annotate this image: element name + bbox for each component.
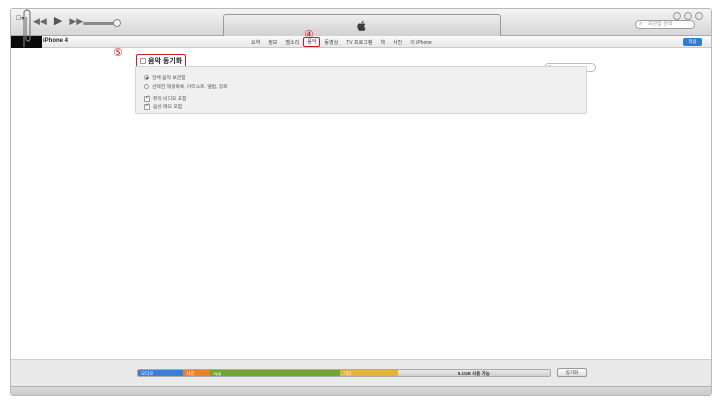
status-display	[223, 14, 501, 36]
maximize-icon[interactable]	[684, 12, 692, 20]
search-icon: ⌕	[639, 21, 643, 27]
option-entire-library[interactable]: 전체 음악 보관함	[144, 74, 186, 81]
transport-controls: ◀◀ ▶ ▶▶	[33, 16, 83, 27]
binder-clip-icon	[23, 9, 31, 47]
option-music-videos-label: 뮤직 비디오 포함	[153, 97, 187, 102]
option-voice-memos[interactable]: 음성 메모 포함	[144, 102, 183, 110]
capacity-bar: 오디오 사진 App 기타 5.1GB 사용 가능	[137, 369, 551, 377]
minimize-icon[interactable]	[673, 12, 681, 20]
tab-info[interactable]: 정보	[264, 39, 281, 47]
tab-books[interactable]: 책	[376, 39, 389, 47]
tab-on-this-iphone[interactable]: 이 iPhone	[406, 39, 436, 47]
capacity-free: 5.1GB 사용 가능	[397, 370, 550, 376]
apple-logo-icon	[357, 20, 366, 31]
library-search-input[interactable]: ⌕ 보관함 검색	[635, 20, 695, 29]
option-voice-memos-label: 음성 메모 포함	[153, 105, 183, 110]
sync-button[interactable]: 동기화	[557, 368, 587, 377]
option-entire-library-label: 전체 음악 보관함	[152, 76, 186, 81]
close-icon[interactable]	[695, 12, 703, 20]
previous-icon[interactable]: ◀◀	[33, 17, 47, 26]
device-name[interactable]: iPhone 4	[43, 38, 68, 44]
capacity-photos: 사진	[183, 370, 211, 376]
capacity-area: 오디오 사진 App 기타 5.1GB 사용 가능 동기화	[11, 359, 711, 395]
window-controls	[673, 12, 703, 20]
capacity-apps: App	[210, 370, 340, 376]
callout-five: ⑤	[113, 46, 123, 59]
tab-tv-shows[interactable]: TV 프로그램	[342, 39, 376, 47]
callout-four: ④	[304, 28, 314, 41]
music-sync-options: 전체 음악 보관함 선택한 재생목록, 아티스트, 앨범, 장르 뮤직 비디오 …	[135, 66, 587, 114]
volume-slider[interactable]	[83, 22, 117, 25]
sync-music-label: 음악 동기화	[148, 58, 183, 65]
checkbox-voice-memos[interactable]	[144, 102, 150, 110]
tab-ringtones[interactable]: 벨소리	[281, 39, 303, 47]
radio-selected-items[interactable]	[144, 84, 149, 89]
option-selected-items[interactable]: 선택한 재생목록, 아티스트, 앨범, 장르	[144, 83, 228, 90]
capacity-other: 기타	[339, 370, 398, 376]
volume-knob[interactable]	[113, 19, 122, 27]
device-tabs: 요약 정보 벨소리 음악 동영상 TV 프로그램 책 사진 이 iPhone	[247, 37, 436, 47]
next-icon[interactable]: ▶▶	[69, 17, 83, 26]
play-icon[interactable]: ▶	[54, 16, 62, 27]
tab-photos[interactable]: 사진	[389, 39, 406, 47]
sync-music-box[interactable]	[140, 58, 146, 64]
toolbar: ☐▾ ◀◀ ▶ ▶▶ ⌕ 보관함 검색	[11, 9, 711, 36]
option-music-videos[interactable]: 뮤직 비디오 포함	[144, 94, 187, 102]
radio-entire-library[interactable]	[144, 75, 149, 80]
option-selected-items-label: 선택한 재생목록, 아티스트, 앨범, 장르	[152, 85, 228, 90]
apply-button[interactable]: 적용	[683, 38, 702, 46]
status-strip	[11, 386, 711, 395]
itunes-window: ☐▾ ◀◀ ▶ ▶▶ ⌕ 보관함 검색 iPhone 4 요약 정보 벨소리 음…	[10, 8, 712, 396]
tab-movies[interactable]: 동영상	[320, 39, 342, 47]
library-search-placeholder: 보관함 검색	[648, 21, 673, 27]
capacity-audio: 오디오	[138, 370, 184, 376]
tab-summary[interactable]: 요약	[247, 39, 264, 47]
